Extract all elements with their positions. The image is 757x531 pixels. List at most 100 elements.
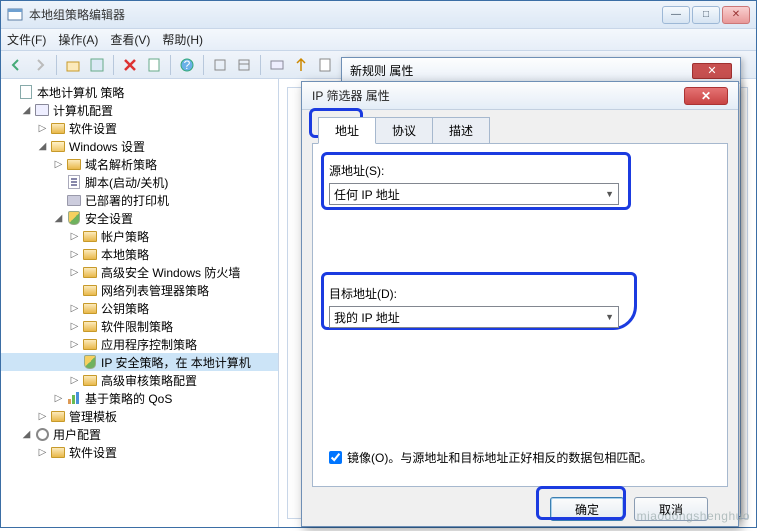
folder-icon (82, 372, 98, 388)
tree-network-list[interactable]: 网络列表管理器策略 (1, 281, 278, 299)
tree-scripts[interactable]: 脚本(启动/关机) (1, 173, 278, 191)
dialog-ip-filter-body: 地址 协议 描述 源地址(S): 任何 IP 地址 目标地址(D): 我的 IP… (302, 110, 738, 531)
expand-icon: ▷ (69, 267, 80, 278)
source-address-group: 源地址(S): 任何 IP 地址 (329, 162, 711, 205)
menubar: 文件(F) 操作(A) 查看(V) 帮助(H) (1, 29, 756, 51)
nav-forward-button[interactable] (29, 54, 51, 76)
user-icon (34, 426, 50, 442)
tree-advanced-firewall[interactable]: ▷高级安全 Windows 防火墙 (1, 263, 278, 281)
toolbar-separator (56, 55, 57, 75)
close-button[interactable]: ✕ (722, 6, 750, 24)
printer-icon (66, 192, 82, 208)
menu-action[interactable]: 操作(A) (58, 31, 98, 48)
expand-icon: ▷ (69, 375, 80, 386)
collapse-icon: ◢ (53, 213, 64, 224)
tree-user-config[interactable]: ◢用户配置 (1, 425, 278, 443)
dialog-new-rule-title: 新规则 属性 (350, 62, 413, 79)
svg-text:?: ? (184, 58, 191, 72)
app-icon (7, 7, 23, 23)
titlebar: 本地组策略编辑器 — □ ✕ (1, 1, 756, 29)
tree-public-key[interactable]: ▷公钥策略 (1, 299, 278, 317)
tree-root[interactable]: 本地计算机 策略 (1, 83, 278, 101)
menu-view[interactable]: 查看(V) (110, 31, 150, 48)
tab-description[interactable]: 描述 (432, 117, 490, 144)
menu-help[interactable]: 帮助(H) (162, 31, 203, 48)
minimize-button[interactable]: — (662, 6, 690, 24)
collapse-icon: ◢ (21, 429, 32, 440)
folder-icon (50, 120, 66, 136)
up-button[interactable] (62, 54, 84, 76)
tree-user-software[interactable]: ▷软件设置 (1, 443, 278, 461)
main-window: 本地组策略编辑器 — □ ✕ 文件(F) 操作(A) 查看(V) 帮助(H) ? (0, 0, 757, 528)
toolbar-separator (260, 55, 261, 75)
dialog-new-rule-close-button[interactable]: ✕ (692, 63, 732, 79)
tool-extra-4[interactable] (290, 54, 312, 76)
nav-back-button[interactable] (5, 54, 27, 76)
tree-admin-templates[interactable]: ▷管理模板 (1, 407, 278, 425)
tree-software-settings[interactable]: ▷软件设置 (1, 119, 278, 137)
ip-filter-tabstrip: 地址 协议 描述 (318, 116, 728, 143)
delete-button[interactable] (119, 54, 141, 76)
tree-computer-config[interactable]: ◢计算机配置 (1, 101, 278, 119)
shield-icon (66, 210, 82, 226)
folder-icon (50, 444, 66, 460)
shield-icon (82, 354, 98, 370)
dest-address-label: 目标地址(D): (329, 285, 711, 302)
tree-panel[interactable]: 本地计算机 策略 ◢计算机配置 ▷软件设置 ◢Windows 设置 ▷域名解析策… (1, 79, 279, 527)
tree-windows-settings[interactable]: ◢Windows 设置 (1, 137, 278, 155)
dest-address-select[interactable]: 我的 IP 地址 (329, 306, 619, 328)
window-controls: — □ ✕ (662, 6, 750, 24)
window-title: 本地组策略编辑器 (29, 6, 662, 23)
script-icon (66, 174, 82, 190)
tab-protocol[interactable]: 协议 (375, 117, 433, 144)
tab-address[interactable]: 地址 (318, 117, 376, 144)
watermark-text: miaodongshenghuo (637, 509, 750, 523)
dest-address-group: 目标地址(D): 我的 IP 地址 (329, 285, 711, 328)
tree-printers[interactable]: 已部署的打印机 (1, 191, 278, 209)
properties-button[interactable] (86, 54, 108, 76)
expand-icon: ▷ (53, 393, 64, 404)
tree-local-policy[interactable]: ▷本地策略 (1, 245, 278, 263)
tree-app-control[interactable]: ▷应用程序控制策略 (1, 335, 278, 353)
tree-account-policy[interactable]: ▷帐户策略 (1, 227, 278, 245)
dialog-ip-filter-title: IP 筛选器 属性 (312, 87, 390, 104)
tool-extra-3[interactable] (266, 54, 288, 76)
source-address-select[interactable]: 任何 IP 地址 (329, 183, 619, 205)
dialog-ip-filter-close-button[interactable]: ✕ (684, 87, 728, 105)
tool-extra-1[interactable] (209, 54, 231, 76)
ok-button[interactable]: 确定 (550, 497, 624, 521)
dialog-ip-filter-header[interactable]: IP 筛选器 属性 ✕ (302, 82, 738, 110)
tree-qos[interactable]: ▷基于策略的 QoS (1, 389, 278, 407)
help-button[interactable]: ? (176, 54, 198, 76)
folder-icon (50, 408, 66, 424)
expand-icon: ▷ (37, 447, 48, 458)
expand-icon: ▷ (37, 123, 48, 134)
expand-icon: ▷ (69, 249, 80, 260)
folder-icon (82, 264, 98, 280)
mirror-checkbox-row: 镜像(O)。与源地址和目标地址正好相反的数据包相匹配。 (329, 449, 652, 466)
collapse-icon: ◢ (21, 105, 32, 116)
mirror-checkbox[interactable] (329, 451, 342, 464)
computer-icon (34, 102, 50, 118)
tree-security[interactable]: ◢安全设置 (1, 209, 278, 227)
tool-extra-5[interactable] (314, 54, 336, 76)
expand-icon: ▷ (37, 411, 48, 422)
maximize-button[interactable]: □ (692, 6, 720, 24)
expand-icon: ▷ (69, 231, 80, 242)
expand-icon: ▷ (69, 321, 80, 332)
export-button[interactable] (143, 54, 165, 76)
menu-file[interactable]: 文件(F) (7, 31, 46, 48)
toolbar-separator (170, 55, 171, 75)
tool-extra-2[interactable] (233, 54, 255, 76)
tree-software-restrict[interactable]: ▷软件限制策略 (1, 317, 278, 335)
folder-icon (66, 156, 82, 172)
tree-dns-policy[interactable]: ▷域名解析策略 (1, 155, 278, 173)
folder-icon (82, 336, 98, 352)
expand-icon: ▷ (53, 159, 64, 170)
toolbar-separator (113, 55, 114, 75)
tree-advanced-audit[interactable]: ▷高级审核策略配置 (1, 371, 278, 389)
tree-ip-security[interactable]: IP 安全策略，在 本地计算机 (1, 353, 278, 371)
folder-icon (82, 282, 98, 298)
document-icon (18, 84, 34, 100)
collapse-icon: ◢ (37, 141, 48, 152)
